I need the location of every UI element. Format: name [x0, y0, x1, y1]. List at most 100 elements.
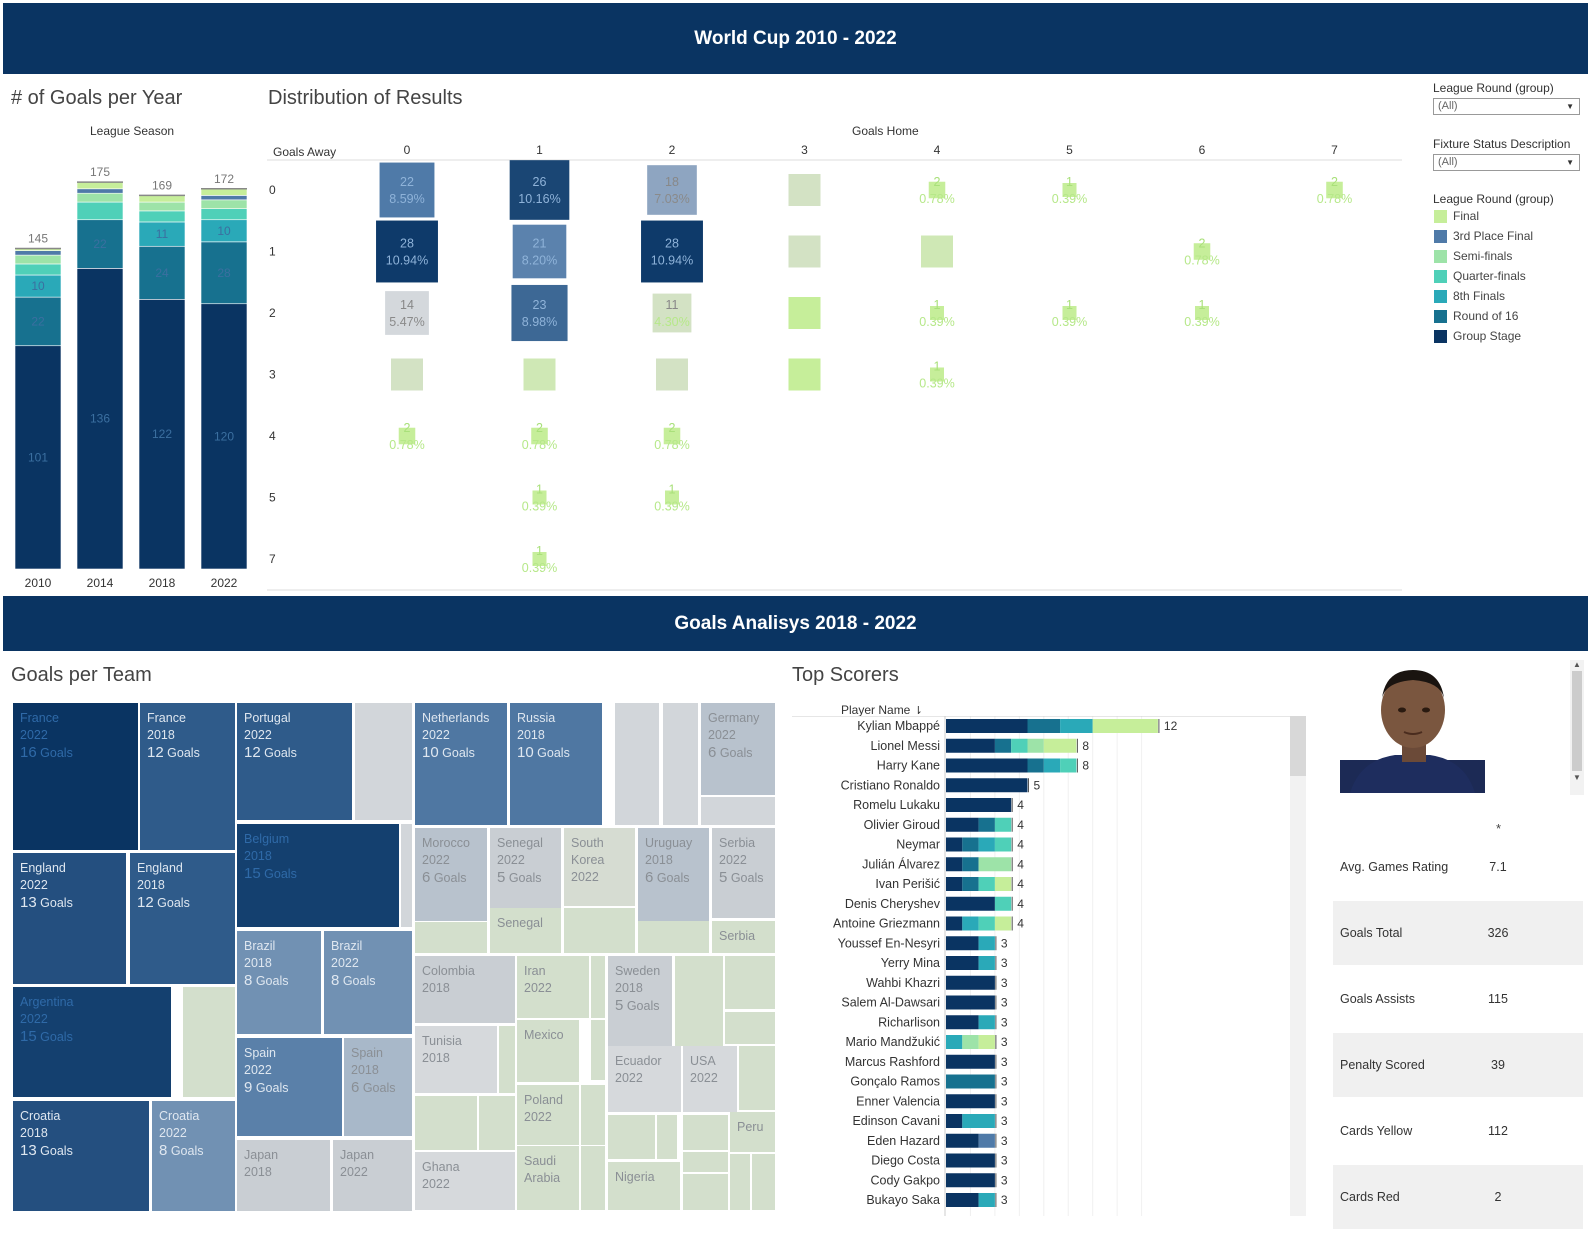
team-tile-small[interactable] — [581, 1146, 605, 1210]
legend-item[interactable]: Semi-finals — [1434, 249, 1512, 263]
team-tile-small[interactable] — [479, 1096, 515, 1150]
team-tile-small[interactable] — [725, 1012, 775, 1044]
team-tile[interactable]: Serbia 2022 5 Goals — [712, 828, 775, 918]
team-tile[interactable]: Spain 2018 6 Goals — [344, 1038, 412, 1136]
team-tile-small[interactable] — [615, 703, 659, 825]
team-tile[interactable]: Uruguay 2018 6 Goals — [638, 828, 709, 921]
cell-count: 22 — [400, 175, 414, 189]
scroll-up-icon[interactable]: ▲ — [1570, 660, 1584, 669]
stat-label: Cards Yellow — [1340, 1123, 1413, 1138]
team-tile-small[interactable] — [739, 1046, 775, 1110]
team-tile[interactable]: Nigeria — [608, 1162, 680, 1210]
team-tile[interactable]: Argentina 2022 15 Goals — [13, 987, 171, 1097]
team-tile[interactable]: Saudi Arabia — [517, 1146, 579, 1210]
scorers-scrollbar[interactable] — [1290, 716, 1306, 1216]
stat-value: 326 — [1487, 926, 1509, 940]
legend-item[interactable]: Round of 16 — [1434, 309, 1518, 323]
team-tile-small[interactable] — [355, 703, 412, 820]
legend-item[interactable]: 8th Finals — [1434, 289, 1505, 303]
team-tile-small[interactable] — [608, 1115, 655, 1159]
team-tile[interactable]: Belgium 2018 15 Goals — [237, 824, 399, 927]
row-label: 5 — [269, 491, 276, 505]
team-tile-small[interactable] — [752, 1154, 775, 1210]
team-tile[interactable]: Japan 2018 — [237, 1140, 330, 1211]
result-cell — [511, 284, 568, 342]
team-tile[interactable]: Russia 2018 10 Goals — [510, 703, 602, 825]
team-tile-small[interactable] — [415, 922, 487, 953]
team-tile[interactable]: Peru — [730, 1112, 775, 1152]
team-goals: 12 — [147, 744, 164, 761]
team-tile[interactable]: Croatia 2022 8 Goals — [152, 1101, 235, 1211]
distribution-matrix[interactable]: 0 1 2 3 4 5 6 70123457228.59%2610.16%187.03%20.… — [267, 140, 1417, 600]
top-scorers-chart[interactable]: Kylian Mbappé 12 Lionel Messi 8 Harry Kane 8 C… — [792, 716, 1312, 1236]
team-tile-small[interactable] — [663, 703, 698, 825]
team-tile[interactable]: Brazil 2018 8 Goals — [237, 931, 321, 1034]
team-goals-unit: Goals — [260, 867, 297, 881]
team-tile[interactable]: Senegal — [490, 908, 561, 953]
team-tile-small[interactable] — [701, 797, 775, 825]
team-tile-small[interactable] — [675, 956, 723, 1046]
team-tile-small[interactable] — [683, 1174, 728, 1210]
scorer-bar-segment — [962, 837, 979, 852]
bar-segment — [76, 181, 124, 190]
team-tile[interactable]: Ecuador 2022 — [608, 1046, 681, 1112]
stat-value: 39 — [1491, 1058, 1505, 1072]
legend-item[interactable]: Final — [1434, 209, 1479, 223]
bar-total-label: 175 — [90, 165, 110, 179]
legend-item[interactable]: 3rd Place Final — [1434, 229, 1533, 243]
team-tile-small[interactable] — [683, 1115, 728, 1150]
team-tile[interactable]: Poland 2022 — [517, 1085, 579, 1145]
team-tile[interactable]: Sweden 2018 5 Goals — [608, 956, 672, 1056]
team-tile[interactable]: Croatia 2018 13 Goals — [13, 1101, 149, 1211]
team-tile[interactable]: Portugal 2022 12 Goals — [237, 703, 352, 820]
team-tile-small[interactable] — [499, 1026, 515, 1093]
team-tile[interactable]: Japan 2022 — [333, 1140, 412, 1211]
team-tile[interactable]: Iran 2022 — [517, 956, 589, 1018]
goals-per-year-chart[interactable]: 101 22 10 145 2010 136 22 175 2014 122 24 11 169 2018… — [0, 140, 260, 600]
team-tile-small[interactable] — [581, 1085, 605, 1145]
scorers-scrollbar-thumb[interactable] — [1290, 716, 1306, 776]
round-filter-select[interactable]: (All) ▼ — [1433, 98, 1580, 115]
photo-scrollbar-thumb[interactable] — [1572, 671, 1582, 771]
distribution-title: Distribution of Results — [268, 87, 463, 109]
team-tile[interactable]: France 2022 16 Goals — [13, 703, 138, 850]
team-tile[interactable]: England 2022 13 Goals — [13, 853, 126, 984]
team-tile[interactable]: USA 2022 — [683, 1046, 737, 1112]
team-tile[interactable]: Colombia 2018 — [415, 956, 515, 1023]
scorer-bar-segment — [994, 916, 1012, 931]
team-tile[interactable]: England 2018 12 Goals — [130, 853, 235, 984]
scroll-down-icon[interactable]: ▼ — [1570, 773, 1584, 782]
team-tile-small[interactable] — [591, 1020, 605, 1080]
team-tile[interactable]: Netherlands 2022 10 Goals — [415, 703, 507, 825]
team-tile-small[interactable] — [657, 1115, 677, 1159]
team-tile-small[interactable] — [638, 921, 709, 953]
team-tile-small[interactable] — [683, 1152, 728, 1172]
goals-per-team-treemap[interactable]: France 2022 16 Goals France 2018 12 Goals Engl… — [10, 700, 788, 1220]
cell-count: 1 — [934, 298, 941, 312]
team-tile-small[interactable] — [401, 824, 412, 927]
scorer-total-label: 3 — [1001, 996, 1008, 1010]
team-tile[interactable]: Serbia — [712, 921, 775, 953]
photo-scrollbar[interactable]: ▲ ▼ — [1570, 660, 1584, 795]
team-goals-unit: Goals — [167, 1144, 204, 1158]
team-tile-small[interactable] — [564, 908, 635, 953]
team-tile-small[interactable] — [730, 1154, 750, 1210]
team-tile[interactable]: Ghana 2022 — [415, 1152, 515, 1210]
team-tile[interactable]: South Korea 2022 — [564, 828, 635, 906]
team-tile[interactable]: Mexico — [517, 1020, 579, 1082]
player-name-header[interactable]: Player Name ⇂ — [841, 703, 923, 717]
team-tile-small[interactable] — [591, 956, 605, 1018]
status-filter-select[interactable]: (All) ▼ — [1433, 154, 1580, 171]
team-tile[interactable]: France 2018 12 Goals — [140, 703, 235, 850]
team-tile[interactable]: Germany 2022 6 Goals — [701, 703, 775, 795]
team-tile[interactable]: Spain 2022 9 Goals — [237, 1038, 342, 1136]
team-tile-small[interactable] — [415, 1096, 477, 1150]
team-tile[interactable]: Morocco 2022 6 Goals — [415, 828, 487, 921]
legend-item[interactable]: Quarter-finals — [1434, 269, 1526, 283]
team-tile[interactable]: Brazil 2022 8 Goals — [324, 931, 412, 1034]
legend-item[interactable]: Group Stage — [1434, 329, 1521, 343]
team-tile-small[interactable] — [725, 956, 775, 1009]
team-tile[interactable]: Tunisia 2018 — [415, 1026, 497, 1093]
team-tile-small[interactable] — [183, 987, 235, 1097]
bar-segment — [14, 250, 62, 256]
